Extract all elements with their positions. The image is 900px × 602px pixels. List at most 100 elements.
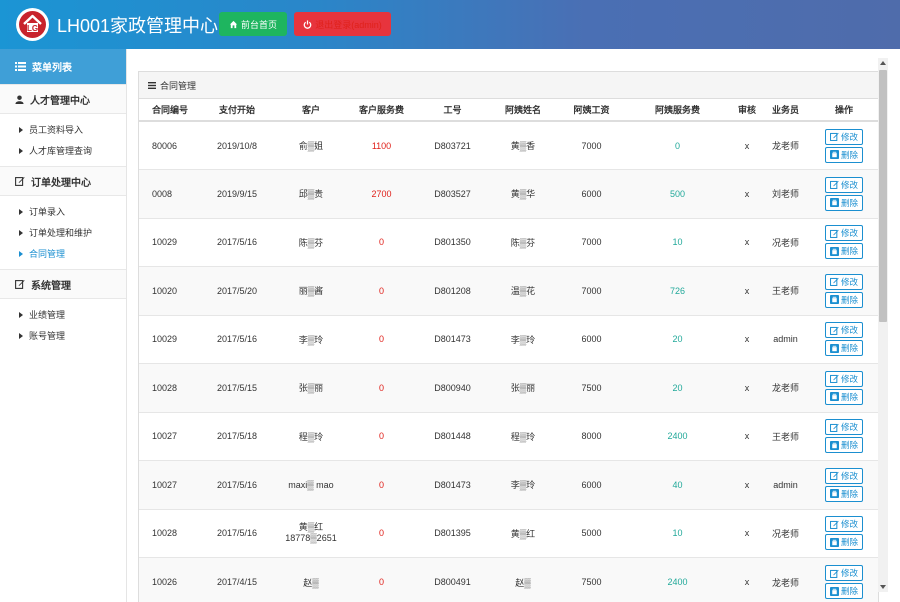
delete-button[interactable]: 删除: [825, 340, 863, 357]
delete-button[interactable]: 删除: [825, 437, 863, 454]
edit-icon: [15, 177, 25, 186]
column-header: 支付开始: [197, 99, 277, 122]
delete-button[interactable]: 删除: [825, 194, 863, 211]
sidebar-group-talent[interactable]: 人才管理中心: [0, 84, 126, 114]
edit-icon: [830, 569, 839, 578]
aunt-wage: 6000: [559, 460, 624, 509]
aunt-name: 李▒玲: [487, 460, 559, 509]
panel-header: 合同管理: [139, 72, 878, 99]
contract-id: 10027: [139, 411, 197, 461]
edit-button[interactable]: 修改: [825, 128, 863, 145]
scroll-thumb[interactable]: [879, 70, 887, 322]
sidebar-item-label: 人才库管理查询: [29, 146, 93, 156]
customer-fee: 0: [345, 314, 418, 364]
review-status: x: [731, 314, 763, 364]
aunt-wage: 6000: [559, 169, 624, 218]
review-status: x: [731, 460, 763, 509]
delete-button[interactable]: 删除: [825, 146, 863, 163]
edit-button[interactable]: 修改: [825, 565, 863, 581]
trash-icon: [829, 586, 839, 596]
delete-button[interactable]: 删除: [825, 583, 863, 599]
contract-id: 10020: [139, 266, 197, 315]
customer-name: 俞▒姐: [298, 141, 324, 151]
edit-button[interactable]: 修改: [825, 516, 863, 533]
start-date: 2017/5/16: [197, 217, 277, 267]
delete-button-label: 删除: [840, 149, 858, 160]
edit-button[interactable]: 修改: [825, 176, 863, 193]
salesperson: 王老师: [763, 411, 808, 461]
delete-button-label: 删除: [840, 343, 858, 354]
logout-button-label: 退出登录(admin): [315, 19, 382, 30]
page-scrollbar[interactable]: [878, 58, 888, 592]
panel-title: 合同管理: [160, 80, 197, 91]
home-button[interactable]: 前台首页: [219, 12, 287, 36]
table-row: 10028 2017/5/15 张▒丽 0 D800940 张▒丽 7500 2…: [139, 363, 878, 412]
contract-panel: 合同管理 合同编号 支付开始 客户 客户服务费 工号 阿姨姓名 阿姨工资 阿姨服…: [138, 71, 879, 602]
sidebar-item-talent-query[interactable]: 人才库管理查询: [0, 140, 126, 161]
review-status: x: [731, 508, 763, 558]
sidebar-group-system[interactable]: 系统管理: [0, 269, 126, 299]
sidebar-group-orders[interactable]: 订单处理中心: [0, 166, 126, 196]
contract-id: 10028: [139, 363, 197, 412]
menu-list-header: 菜单列表: [0, 49, 126, 84]
delete-button[interactable]: 删除: [825, 388, 863, 405]
delete-button[interactable]: 删除: [825, 291, 863, 308]
logout-button[interactable]: 退出登录(admin): [294, 12, 391, 36]
sidebar-item-order-maintenance[interactable]: 订单处理和维护: [0, 222, 126, 243]
review-status: x: [731, 411, 763, 461]
sidebar-item-label: 员工资料导入: [29, 125, 84, 135]
delete-button[interactable]: 删除: [825, 485, 863, 502]
table-row: 10029 2017/5/16 陈▒芬 0 D801350 陈▒芬 7000 1…: [139, 217, 878, 267]
caret-right-icon: [19, 250, 23, 257]
power-icon: [303, 19, 312, 29]
delete-button-label: 删除: [840, 197, 858, 208]
salesperson: 王老师: [763, 266, 808, 315]
sidebar-item-contracts[interactable]: 合同管理: [0, 243, 126, 264]
review-status: x: [731, 266, 763, 315]
column-header: 工号: [418, 99, 487, 122]
aunt-fee: 20: [624, 314, 731, 364]
sidebar-item-label: 业绩管理: [29, 310, 66, 320]
contract-id: 0008: [139, 169, 197, 218]
customer-fee: 0: [345, 266, 418, 315]
contract-id: 10029: [139, 314, 197, 364]
operations-cell: 修改 删除: [808, 557, 878, 602]
sidebar-item-employee-import[interactable]: 员工资料导入: [0, 119, 126, 140]
review-status: x: [731, 120, 763, 170]
table-row: 10027 2017/5/18 程▒玲 0 D801448 程▒玲 8000 2…: [139, 411, 878, 461]
employee-number: D801448: [418, 411, 487, 461]
edit-button[interactable]: 修改: [825, 322, 863, 339]
operations-cell: 修改 删除: [808, 411, 878, 461]
review-status: x: [731, 169, 763, 218]
salesperson: 龙老师: [763, 557, 808, 602]
start-date: 2017/5/18: [197, 411, 277, 461]
aunt-wage: 7000: [559, 266, 624, 315]
scroll-up-button[interactable]: [878, 58, 888, 68]
scroll-down-button[interactable]: [878, 582, 888, 592]
sidebar-item-order-entry[interactable]: 订单录入: [0, 201, 126, 222]
contract-id: 10027: [139, 460, 197, 509]
employee-number: D800491: [418, 557, 487, 602]
edit-button-label: 修改: [840, 228, 858, 239]
customer-fee: 0: [345, 217, 418, 267]
app-title: LH001家政管理中心: [57, 16, 219, 36]
sidebar-item-accounts[interactable]: 账号管理: [0, 325, 126, 346]
trash-icon: [829, 537, 839, 547]
start-date: 2019/10/8: [197, 120, 277, 170]
table-row: 0008 2019/9/15 邱▒贵 2700 D803527 黄▒华 6000…: [139, 169, 878, 218]
aunt-fee: 10: [624, 217, 731, 267]
delete-button[interactable]: 删除: [825, 534, 863, 551]
edit-button[interactable]: 修改: [825, 273, 863, 290]
salesperson: 况老师: [763, 508, 808, 558]
edit-button[interactable]: 修改: [825, 225, 863, 242]
column-header: 阿姨服务费: [624, 99, 731, 122]
sidebar-item-performance[interactable]: 业绩管理: [0, 304, 126, 325]
delete-button[interactable]: 删除: [825, 243, 863, 260]
edit-button[interactable]: 修改: [825, 467, 863, 484]
aunt-wage: 6000: [559, 314, 624, 364]
edit-button-label: 修改: [840, 568, 858, 578]
edit-icon: [830, 181, 839, 190]
edit-button[interactable]: 修改: [825, 419, 863, 436]
edit-button[interactable]: 修改: [825, 370, 863, 387]
house-logo-icon: LG: [23, 14, 42, 33]
